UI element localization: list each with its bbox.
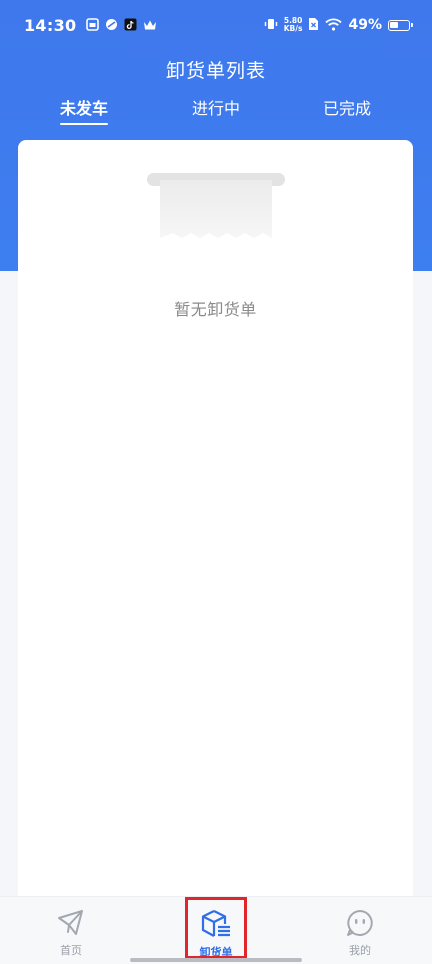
battery-icon [388, 19, 413, 31]
empty-receipt-icon [146, 172, 286, 256]
tab-in-progress[interactable]: 进行中 [192, 95, 240, 125]
paper-plane-icon [56, 909, 86, 941]
crown-icon [143, 16, 157, 35]
status-bar: 14:30 5.80 KB/s 49% [0, 0, 432, 50]
tab-label: 未发车 [59, 99, 109, 118]
tiktok-icon [124, 16, 137, 35]
smiley-face-icon [345, 909, 375, 941]
tab-completed[interactable]: 已完成 [323, 95, 371, 125]
gallery-icon [86, 16, 100, 35]
app-icon [105, 16, 118, 35]
net-speed-unit: KB/s [283, 24, 303, 33]
tabbar-item-home[interactable]: 首页 [31, 897, 111, 961]
vibrate-icon [264, 16, 278, 35]
tab-not-departed[interactable]: 未发车 [59, 95, 109, 125]
tab-active-underline [59, 122, 109, 125]
wifi-icon [325, 16, 343, 35]
tab-label: 已完成 [322, 99, 372, 118]
battery-percent: 49% [348, 17, 382, 33]
battery-level-fill [390, 21, 398, 28]
tab-label: 进行中 [191, 99, 241, 118]
tabbar-item-mine[interactable]: 我的 [320, 897, 400, 961]
content-card: 暂无卸货单 [18, 140, 413, 900]
tabbar-label: 我的 [349, 944, 371, 957]
status-time: 14:30 [24, 15, 77, 35]
highlight-annotation-box [185, 897, 247, 959]
empty-message: 暂无卸货单 [174, 300, 257, 319]
home-indicator [130, 958, 302, 962]
net-speed: 5.80 KB/s [284, 17, 303, 33]
status-tabs: 未发车 进行中 已完成 [0, 95, 432, 125]
tabbar-label: 首页 [60, 944, 82, 957]
page-title: 卸货单列表 [165, 60, 266, 82]
no-sim-icon [308, 16, 319, 35]
